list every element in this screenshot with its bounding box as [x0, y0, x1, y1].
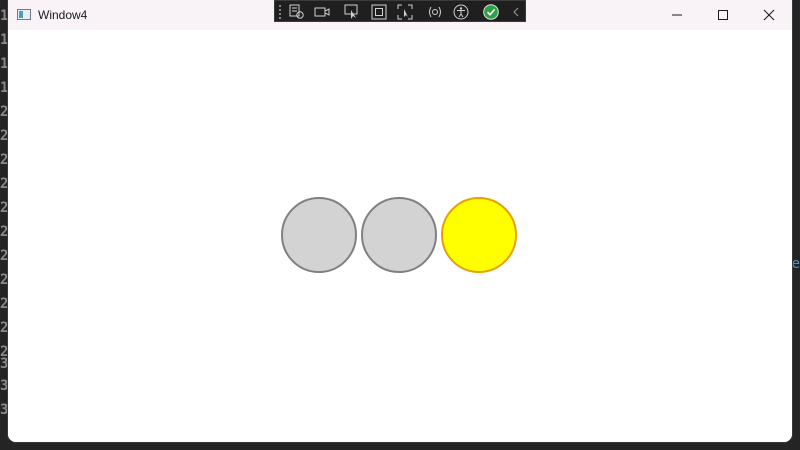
hot-reload-button[interactable]: [426, 3, 444, 20]
editor-edge-glyph: e: [791, 256, 800, 272]
display-layout-adorners-button[interactable]: [370, 3, 388, 20]
maximize-icon: [718, 10, 728, 20]
close-button[interactable]: [746, 0, 792, 30]
traffic-light-lamp-red: [281, 197, 357, 273]
minimize-button[interactable]: [654, 0, 700, 30]
track-focus-icon: [397, 4, 413, 20]
window-content: [8, 30, 792, 442]
display-layout-adorners-icon: [371, 4, 387, 20]
collapse-toolbar-button[interactable]: [507, 3, 525, 20]
live-visual-tree-icon: [289, 4, 304, 19]
traffic-light-lamp-yellow: [441, 197, 517, 273]
binding-status-button[interactable]: [482, 3, 500, 20]
window-title: Window4: [38, 8, 88, 22]
app-window: Window4: [8, 0, 792, 442]
record-button[interactable]: [313, 3, 331, 20]
traffic-light-lamp-amber: [361, 197, 437, 273]
track-focus-button[interactable]: [396, 3, 414, 20]
app-icon: [17, 9, 31, 20]
record-icon: [314, 7, 330, 17]
binding-ok-icon: [483, 4, 499, 20]
select-element-button[interactable]: [343, 3, 361, 20]
minimize-icon: [672, 14, 682, 16]
maximize-button[interactable]: [700, 0, 746, 30]
accessibility-button[interactable]: [452, 3, 470, 20]
live-visual-tree-button[interactable]: [288, 3, 306, 20]
close-icon: [763, 9, 775, 21]
select-element-icon: [344, 4, 358, 19]
xaml-debug-toolbar: [274, 0, 526, 22]
toolbar-grip[interactable]: [278, 4, 282, 19]
collapse-chevron-icon: [513, 7, 519, 17]
accessibility-icon: [453, 4, 469, 20]
hot-reload-icon: [429, 6, 441, 18]
